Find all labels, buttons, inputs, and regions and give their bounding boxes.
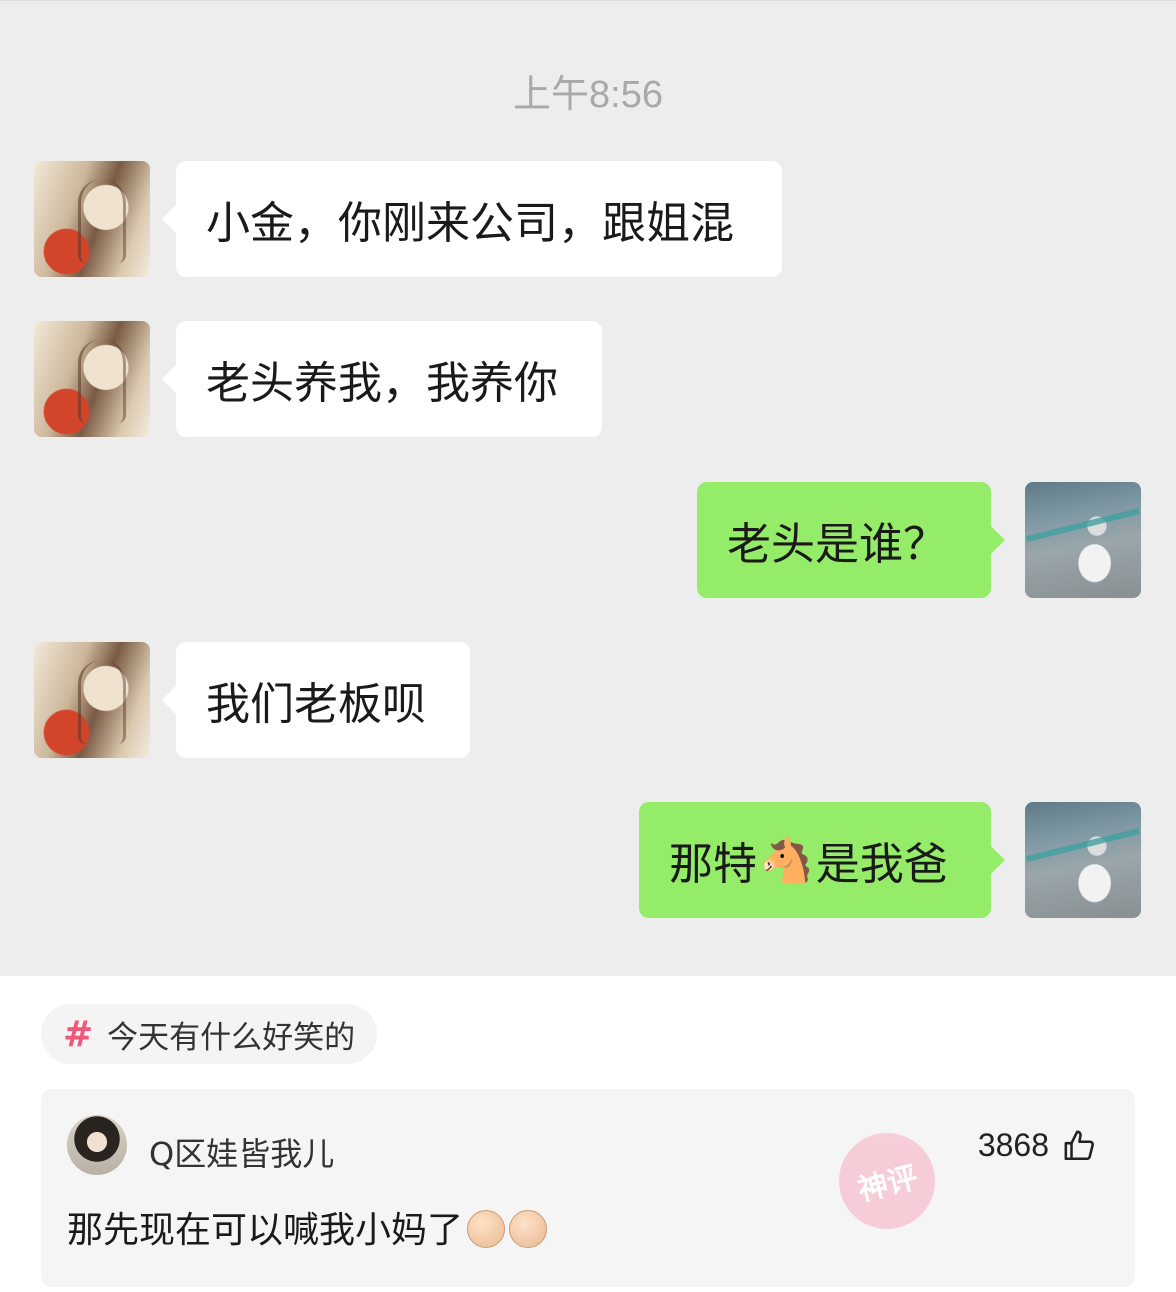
stamp-label: 神评	[854, 1160, 922, 1209]
like-control[interactable]: 3868	[978, 1127, 1097, 1164]
sender-avatar[interactable]	[34, 642, 150, 758]
sender-avatar[interactable]	[34, 321, 150, 437]
smirk-face-icon	[509, 1210, 548, 1248]
message-bubble-outgoing[interactable]: 那特 🐴 是我爸	[639, 802, 1005, 918]
top-comment-card[interactable]: Q区娃皆我儿 神评 3868 那先现在可以喊我小妈了	[41, 1089, 1135, 1287]
chat-screenshot: 上午8:56 小金，你刚来公司，跟姐混 老头养我，我养你 老头是谁？ 我们老板呗…	[0, 0, 1176, 976]
featured-comment-stamp: 神评	[828, 1122, 946, 1240]
topic-tag[interactable]: # 今天有什么好笑的	[41, 1004, 378, 1064]
topic-label: 今天有什么好笑的	[107, 1019, 356, 1056]
message-text: 老头是谁？	[727, 519, 947, 570]
sender-avatar[interactable]	[34, 161, 150, 277]
message-text-before: 那特	[669, 839, 757, 890]
comment-text: 那先现在可以喊我小妈了	[67, 1201, 548, 1253]
comment-body: 那先现在可以喊我小妈了	[67, 1210, 464, 1251]
self-avatar[interactable]	[1025, 482, 1141, 598]
like-count: 3868	[977, 1127, 1049, 1163]
message-bubble-incoming[interactable]: 我们老板呗	[162, 642, 470, 758]
message-bubble-outgoing[interactable]: 老头是谁？	[697, 482, 1005, 598]
commenter-avatar[interactable]	[67, 1115, 127, 1175]
message-text: 我们老板呗	[206, 679, 426, 730]
message-text: 老头养我，我养你	[206, 358, 558, 409]
message-text: 小金，你刚来公司，跟姐混	[206, 198, 734, 249]
thumbs-up-icon[interactable]	[1063, 1129, 1097, 1163]
message-timestamp: 上午8:56	[513, 74, 663, 116]
message-text-after: 是我爸	[815, 839, 948, 890]
horse-emoji-icon: 🐴	[759, 835, 814, 886]
self-avatar[interactable]	[1025, 802, 1141, 918]
commenter-username[interactable]: Q区娃皆我儿	[149, 1129, 334, 1175]
smirk-face-icon	[467, 1210, 506, 1248]
hashtag-icon: #	[63, 1013, 94, 1055]
message-bubble-incoming[interactable]: 老头养我，我养你	[162, 321, 602, 437]
message-bubble-incoming[interactable]: 小金，你刚来公司，跟姐混	[162, 161, 782, 277]
